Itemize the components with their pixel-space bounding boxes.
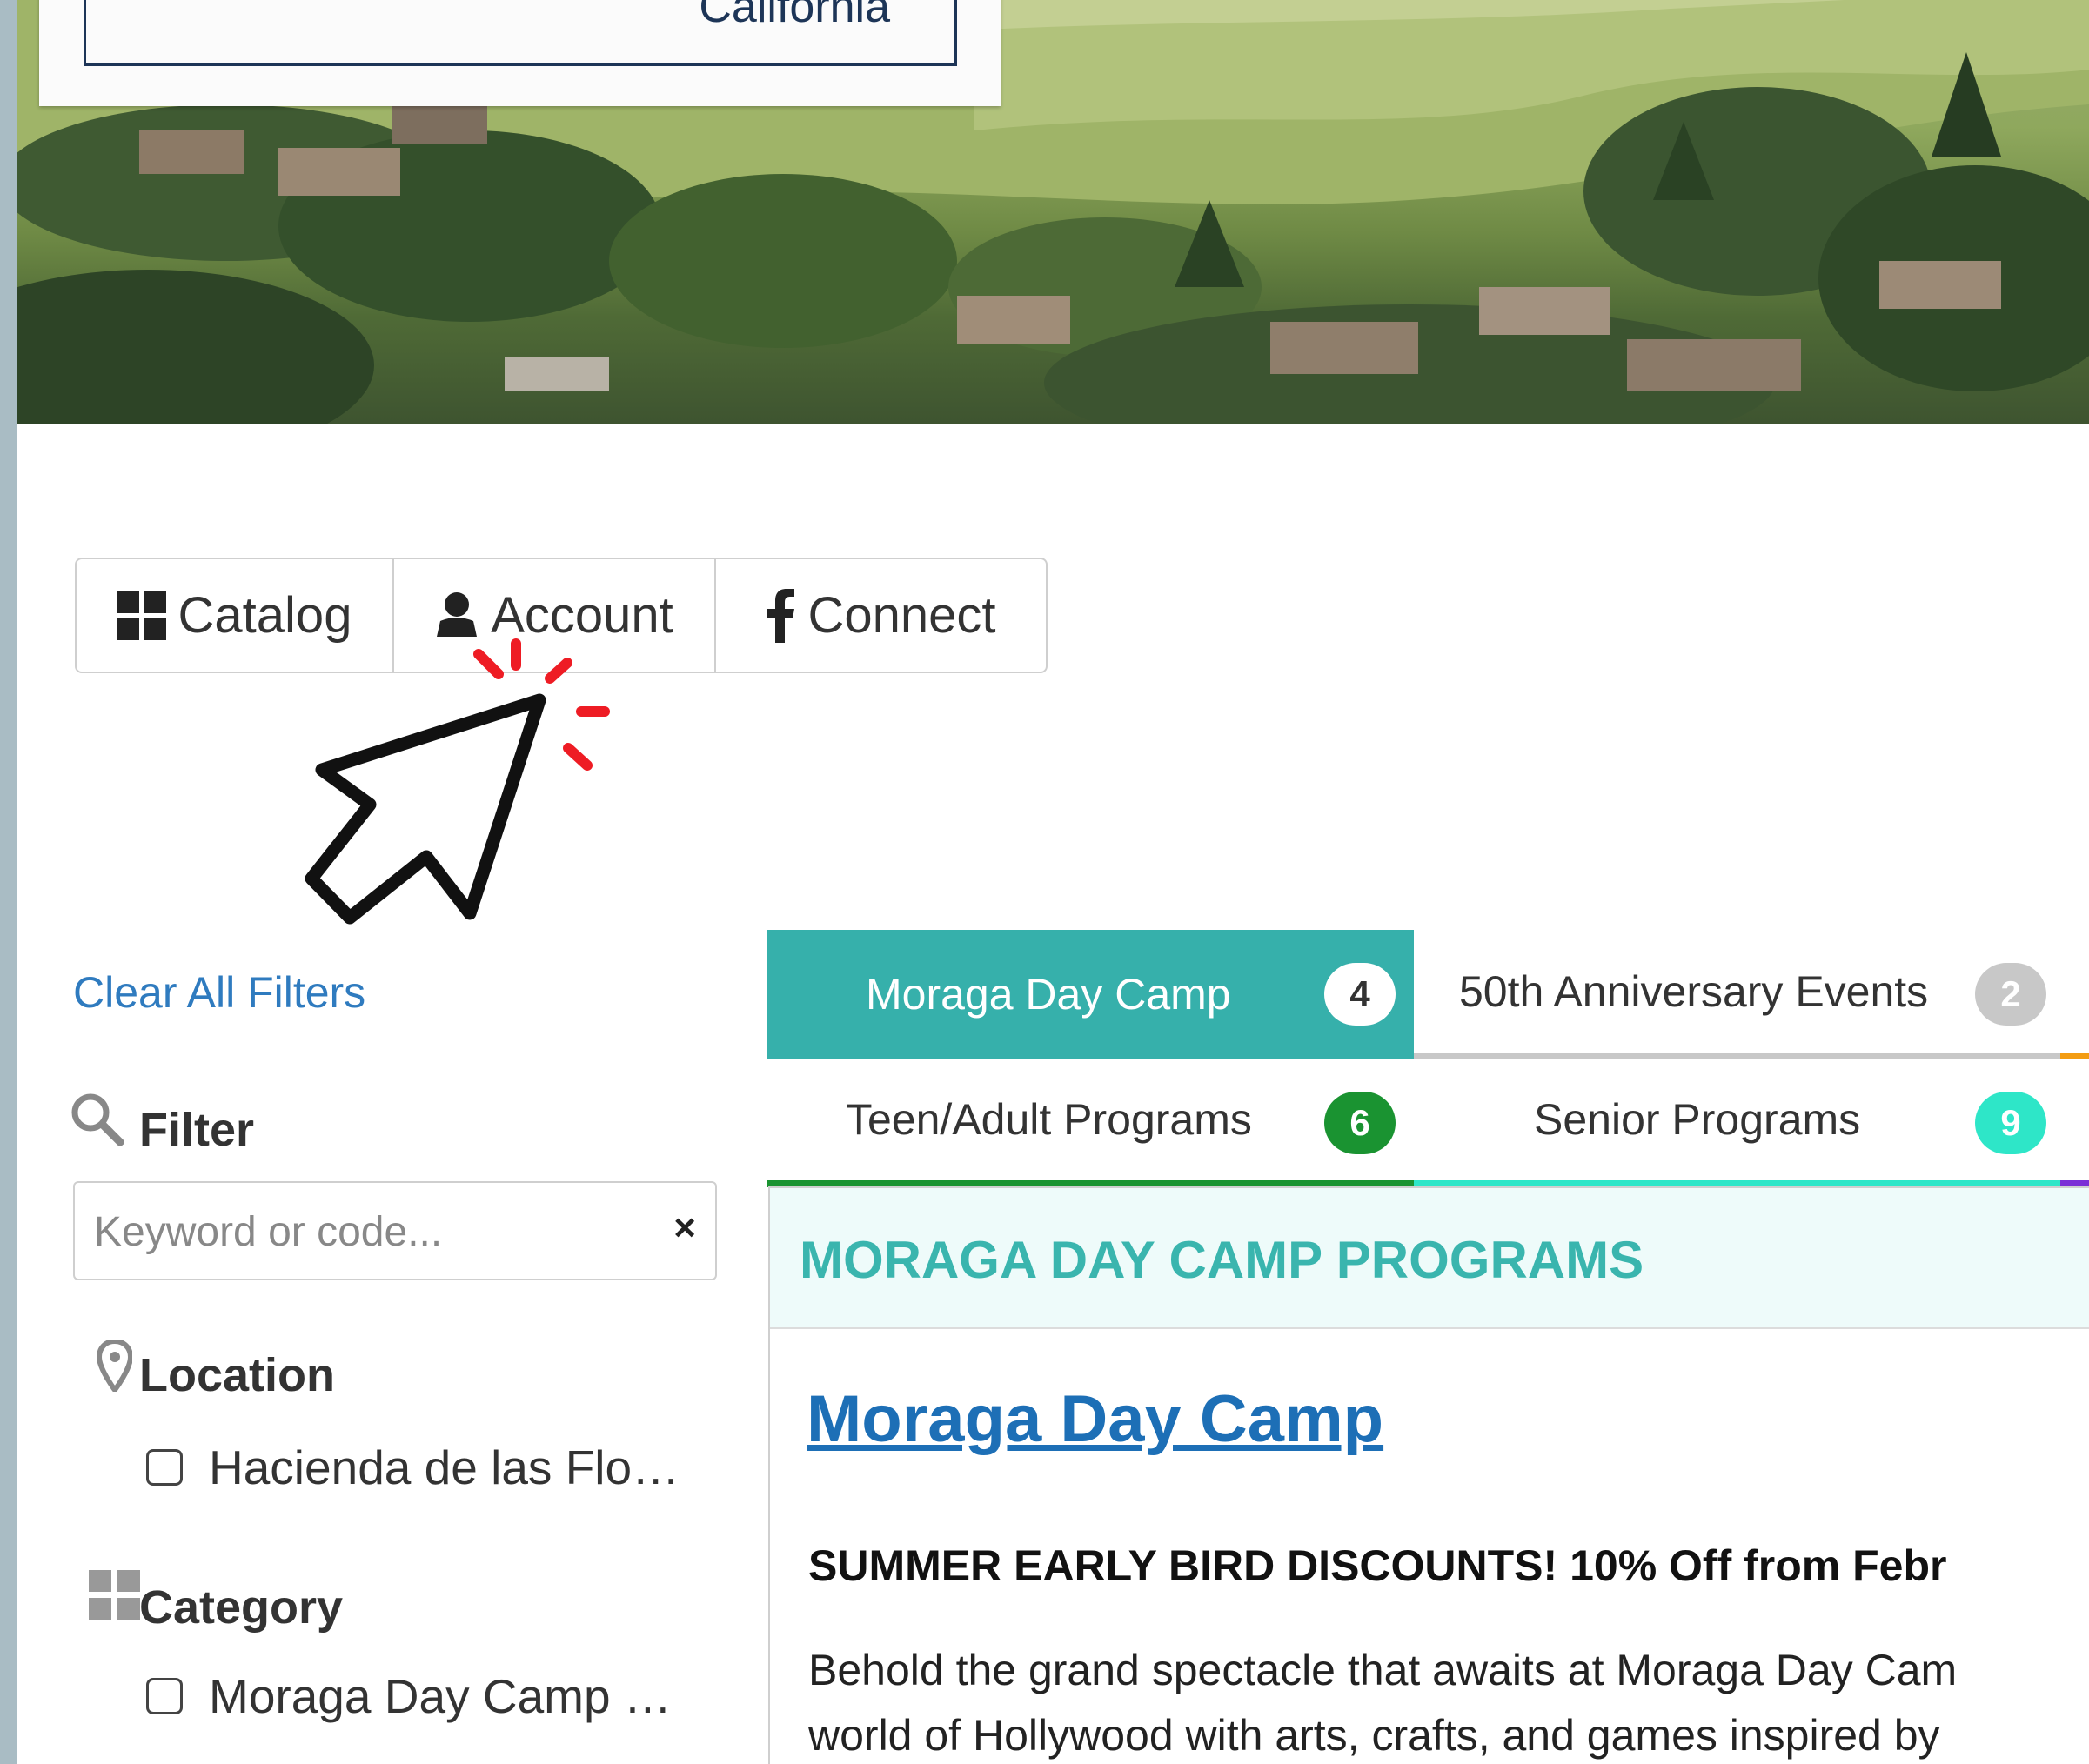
tab-count-badge: 2: [1975, 963, 2046, 1026]
program-section-header: MORAGA DAY CAMP PROGRAMS: [770, 1188, 2089, 1329]
site-title-card: California: [39, 0, 1001, 106]
grid-icon: [117, 591, 166, 640]
location-option-label: Hacienda de las Flo…: [209, 1440, 680, 1494]
category-grid-icon: [89, 1570, 141, 1625]
magnifier-icon: [70, 1092, 124, 1150]
map-pin-icon: [96, 1338, 134, 1396]
category-option[interactable]: Moraga Day Camp …: [146, 1668, 672, 1724]
description-line: Behold the grand spectacle that awaits a…: [808, 1646, 1958, 1694]
site-title-frame: California: [84, 0, 957, 66]
location-option[interactable]: Hacienda de las Flo…: [146, 1440, 680, 1495]
tab-count-badge: 9: [1975, 1092, 2046, 1154]
program-panel: MORAGA DAY CAMP PROGRAMS Moraga Day Camp…: [768, 1186, 2089, 1764]
tab-label: Senior Programs: [1534, 1095, 1861, 1144]
tab-label: Teen/Adult Programs: [846, 1095, 1252, 1144]
tab-50th-anniversary-events[interactable]: 50th Anniversary Events 2: [1414, 930, 2089, 1059]
facebook-icon: [766, 588, 795, 643]
category-checkbox[interactable]: [146, 1678, 183, 1714]
connect-button[interactable]: Connect: [714, 559, 1046, 672]
tab-count-badge: 6: [1324, 1092, 1396, 1154]
location-checkbox[interactable]: [146, 1449, 183, 1486]
connect-label: Connect: [807, 587, 996, 644]
clear-search-icon[interactable]: ×: [673, 1206, 696, 1250]
program-title-link[interactable]: Moraga Day Camp: [807, 1381, 1383, 1457]
tab-label: 50th Anniversary Events: [1459, 967, 1929, 1016]
tab-count-badge: 4: [1324, 963, 1396, 1026]
hero-banner: California: [17, 0, 2089, 424]
keyword-search-input[interactable]: [92, 1199, 635, 1265]
site-title: California: [699, 0, 890, 32]
tab-label: Moraga Day Camp: [866, 970, 1231, 1019]
location-heading: Location: [139, 1349, 335, 1401]
category-option-label: Moraga Day Camp …: [209, 1669, 672, 1723]
tab-senior-programs[interactable]: Senior Programs 9: [1414, 1059, 2089, 1187]
category-heading: Category: [139, 1581, 344, 1634]
browser-viewport: California Catalog Account Connect Clear…: [17, 0, 2089, 1764]
tab-teen-adult-programs[interactable]: Teen/Adult Programs 6: [767, 1059, 1414, 1187]
promo-text: SUMMER EARLY BIRD DISCOUNTS! 10% Off fro…: [808, 1541, 1947, 1590]
clear-all-filters-link[interactable]: Clear All Filters: [73, 967, 365, 1018]
keyword-search-box: ×: [73, 1181, 717, 1280]
filter-heading: Filter: [139, 1104, 255, 1156]
tab-moraga-day-camp[interactable]: Moraga Day Camp 4: [767, 930, 1414, 1059]
description-line: world of Hollywood with arts, crafts, an…: [808, 1711, 1940, 1760]
program-section-title: MORAGA DAY CAMP PROGRAMS: [800, 1231, 1644, 1289]
pointer-cursor-icon: [305, 638, 610, 925]
